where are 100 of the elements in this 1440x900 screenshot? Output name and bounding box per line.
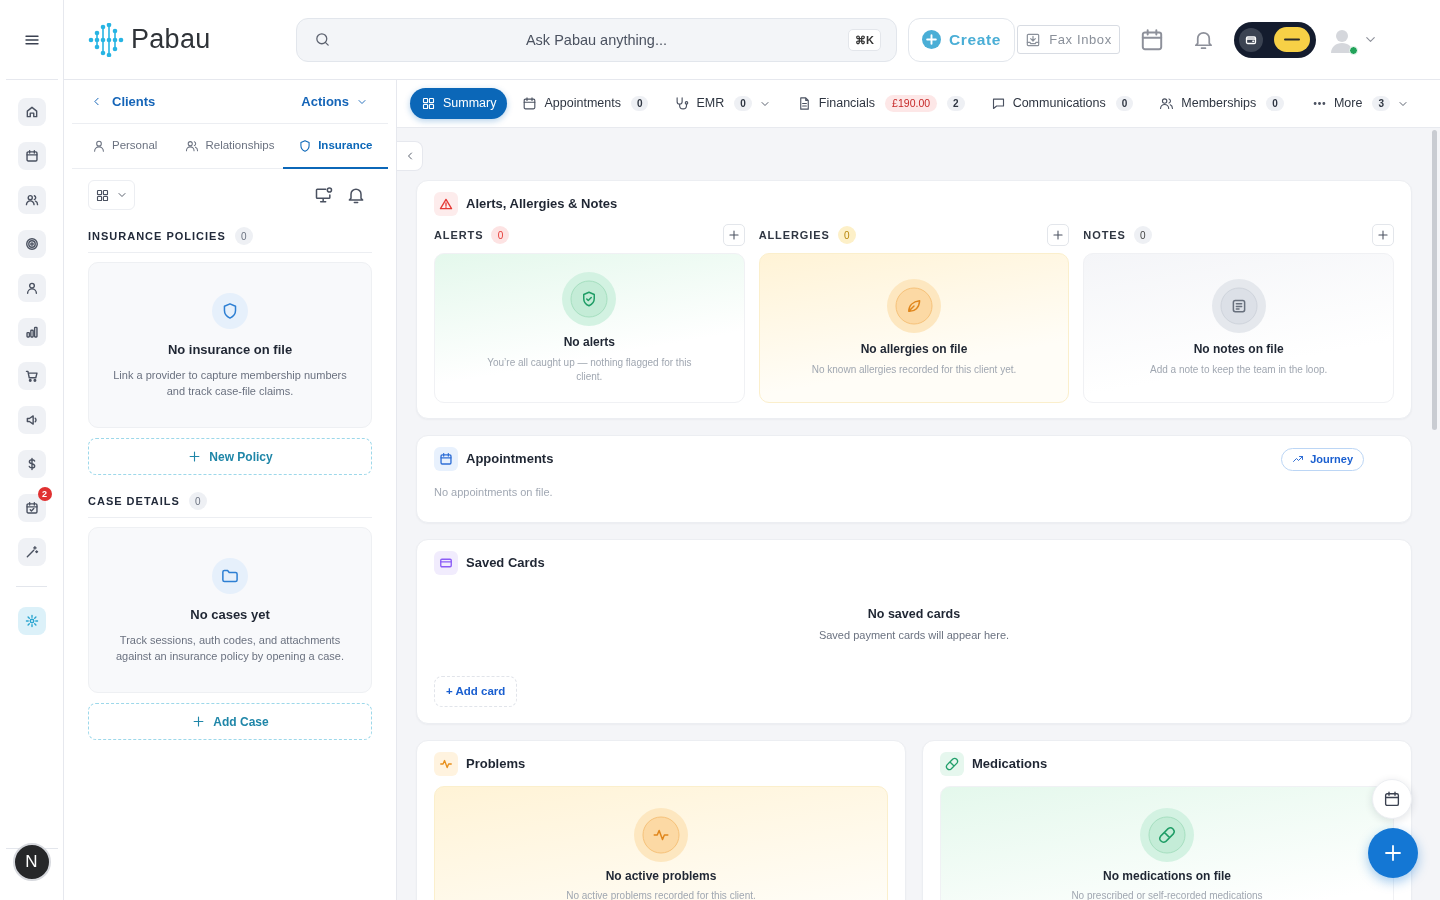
card-title: Medications	[972, 755, 1048, 774]
back-link[interactable]: Clients	[90, 91, 156, 112]
empty-state-text: Add a note to keep the team in the loop.	[1149, 363, 1328, 377]
pill-icon	[1140, 808, 1194, 862]
person-icon[interactable]	[17, 274, 46, 302]
add-button[interactable]: Add Case	[88, 703, 372, 740]
plus-icon	[922, 30, 942, 49]
count-badge: 0	[188, 492, 207, 510]
calendar-icon	[522, 96, 538, 111]
actions-dropdown[interactable]: Actions	[301, 91, 368, 112]
trend-icon	[1292, 453, 1305, 465]
plus-icon	[1376, 228, 1390, 242]
warning-icon	[434, 192, 458, 216]
magic-wand-icon[interactable]	[17, 538, 46, 566]
people-icon	[185, 138, 200, 153]
home-icon[interactable]	[17, 98, 46, 126]
section-title: CASE DETAILS	[88, 493, 180, 509]
tab[interactable]: Summary	[410, 88, 508, 119]
column-label: ALERTS	[434, 227, 484, 243]
wallet-icon[interactable]	[1239, 27, 1263, 52]
bar-chart-icon[interactable]	[17, 318, 46, 346]
people-icon[interactable]	[17, 186, 46, 214]
tab[interactable]: Financials £190.00 2	[785, 88, 976, 119]
shield-check-icon	[562, 272, 617, 326]
empty-state-title: No active problems	[605, 868, 717, 884]
dollar-icon[interactable]	[17, 450, 46, 478]
pulse-icon	[434, 752, 458, 776]
count-badge: 3	[1372, 96, 1390, 111]
tab[interactable]: More 3	[1300, 88, 1420, 119]
empty-state-text: Saved payment cards will appear here.	[817, 628, 1011, 643]
chat-icon	[990, 96, 1006, 111]
credit-card-icon	[434, 551, 458, 575]
count-badge: 0	[491, 226, 510, 244]
user-avatar[interactable]: N	[12, 843, 51, 881]
cart-icon[interactable]	[17, 362, 46, 390]
empty-state-text: You’re all caught up — nothing flagged for this client.	[486, 356, 693, 384]
empty-state-title: No notes on file	[1193, 341, 1284, 357]
empty-state-text: Link a provider to capture membership numbers and track case-file claims.	[112, 368, 348, 399]
section-title: INSURANCE POLICIES	[88, 228, 226, 244]
count-badge: 2	[947, 96, 965, 111]
card-title: Problems	[466, 755, 526, 774]
monitor-user-icon[interactable]	[314, 185, 334, 205]
empty-state-text: Track sessions, auth codes, and attachments against an insurance policy by opening a case.	[114, 633, 346, 664]
scrollbar-thumb[interactable]	[1432, 130, 1437, 430]
pulse-icon	[634, 808, 688, 862]
amount-badge: £190.00	[885, 95, 938, 112]
shield-icon	[298, 138, 313, 153]
target-icon[interactable]	[17, 230, 46, 258]
search-icon	[314, 30, 331, 48]
tab[interactable]: Relationships	[177, 124, 283, 169]
empty-state-title: No cases yet	[190, 607, 270, 623]
stethoscope-icon	[674, 96, 690, 111]
fax-inbox-button[interactable]: Fax Inbox	[1017, 25, 1120, 54]
count-badge: 0	[630, 96, 649, 111]
pill-icon	[940, 752, 964, 776]
megaphone-icon[interactable]	[17, 406, 46, 434]
journey-button[interactable]: Journey	[1281, 447, 1364, 471]
add-card-button[interactable]: + Add card	[434, 676, 518, 707]
tab[interactable]: Insurance	[282, 124, 388, 169]
logo-icon	[88, 22, 124, 57]
shortcut-hint: ⌘K	[848, 28, 881, 51]
column-label: NOTES	[1083, 227, 1126, 243]
view-dropdown[interactable]	[88, 180, 135, 210]
empty-state-title: No insurance on file	[167, 342, 293, 358]
empty-state-title: No alerts	[563, 334, 615, 350]
inbox-icon	[1025, 31, 1042, 48]
calendar-icon[interactable]	[17, 142, 46, 170]
grid-icon	[421, 96, 436, 111]
column-label: ALLERGIES	[758, 227, 830, 243]
grid-icon	[95, 187, 110, 203]
plus-icon	[191, 714, 207, 729]
notification-badge: 2	[37, 487, 52, 501]
count-badge: 0	[234, 227, 253, 245]
calendar-icon	[434, 447, 458, 471]
card-title: Alerts, Allergies & Notes	[466, 195, 618, 214]
tab[interactable]: EMR 0	[663, 88, 782, 119]
tab[interactable]: Appointments 0	[511, 88, 660, 119]
count-badge: 0	[837, 226, 856, 244]
person-icon	[91, 138, 106, 153]
count-badge: 0	[734, 96, 752, 111]
empty-state-text: No known allergies recorded for this client yet.	[811, 363, 1017, 377]
empty-state-title: No saved cards	[866, 606, 962, 622]
shield-icon	[212, 293, 248, 329]
tab[interactable]: Personal	[72, 124, 178, 169]
minus-icon[interactable]	[1274, 27, 1310, 52]
count-badge: 0	[1266, 96, 1284, 111]
leaf-icon	[887, 279, 941, 333]
calendar-icon[interactable]	[1139, 26, 1165, 53]
empty-state-text: No appointments on file.	[434, 485, 554, 500]
tab[interactable]: Memberships 0	[1148, 88, 1295, 119]
plus-icon	[1051, 228, 1066, 242]
calendar-icon	[1383, 790, 1401, 808]
add-button[interactable]: New Policy	[88, 438, 372, 475]
card-title: Saved Cards	[466, 554, 545, 573]
plus-icon	[187, 449, 203, 464]
empty-state-title: No medications on file	[1103, 868, 1231, 884]
count-badge: 0	[1115, 96, 1134, 111]
empty-state-title: No allergies on file	[860, 341, 968, 357]
plus-icon	[726, 228, 741, 242]
tab[interactable]: Communications 0	[979, 88, 1145, 119]
